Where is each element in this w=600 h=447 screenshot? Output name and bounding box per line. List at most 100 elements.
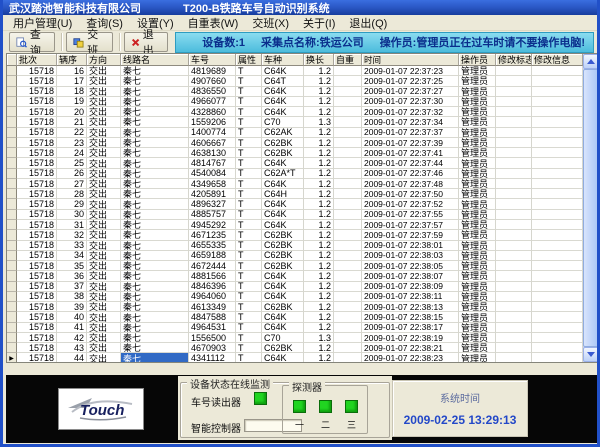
table-cell[interactable] xyxy=(532,230,583,240)
table-cell[interactable]: 15718 xyxy=(17,148,57,158)
table-cell[interactable] xyxy=(532,333,583,343)
table-cell[interactable]: 交出 xyxy=(87,343,121,353)
table-cell[interactable]: 2009-01-07 22:37:46 xyxy=(362,169,459,179)
table-cell[interactable] xyxy=(496,323,532,333)
table-cell[interactable]: C62BK xyxy=(262,148,304,158)
table-cell[interactable] xyxy=(334,292,362,302)
table-row[interactable]: 1571838交出秦七4964060TC64K1.22009-01-07 22:… xyxy=(7,292,583,302)
table-cell[interactable]: C62BK xyxy=(262,241,304,251)
table-cell[interactable]: 交出 xyxy=(87,66,121,76)
table-cell[interactable]: 2009-01-07 22:37:44 xyxy=(362,158,459,168)
table-cell[interactable]: 4655335 xyxy=(189,241,236,251)
table-cell[interactable]: 2009-01-07 22:37:55 xyxy=(362,210,459,220)
table-cell[interactable]: 秦七 xyxy=(121,292,189,302)
table-cell[interactable]: 15718 xyxy=(17,292,57,302)
table-cell[interactable]: 15718 xyxy=(17,87,57,97)
table-row[interactable]: 1571830交出秦七4885757TC64K1.22009-01-07 22:… xyxy=(7,210,583,220)
table-cell[interactable]: T xyxy=(236,199,262,209)
table-cell[interactable]: T xyxy=(236,76,262,86)
table-cell[interactable]: 2009-01-07 22:37:30 xyxy=(362,97,459,107)
table-cell[interactable]: 管理员 xyxy=(459,343,496,353)
table-cell[interactable]: 2009-01-07 22:37:25 xyxy=(362,76,459,86)
table-cell[interactable]: 交出 xyxy=(87,189,121,199)
table-cell[interactable]: 15718 xyxy=(17,158,57,168)
table-cell[interactable]: 交出 xyxy=(87,128,121,138)
table-cell[interactable] xyxy=(496,158,532,168)
table-cell[interactable]: 44 xyxy=(57,353,87,362)
table-cell[interactable]: 15718 xyxy=(17,271,57,281)
table-cell[interactable] xyxy=(334,271,362,281)
table-row[interactable]: 1571823交出秦七4606667TC62BK1.22009-01-07 22… xyxy=(7,138,583,148)
table-cell[interactable]: 秦七 xyxy=(121,230,189,240)
table-cell[interactable]: 2009-01-07 22:37:48 xyxy=(362,179,459,189)
table-cell[interactable]: T xyxy=(236,148,262,158)
table-cell[interactable]: 秦七 xyxy=(121,261,189,271)
table-cell[interactable]: 15718 xyxy=(17,199,57,209)
table-cell[interactable]: 4638130 xyxy=(189,148,236,158)
table-cell[interactable] xyxy=(532,323,583,333)
table-cell[interactable]: 1.2 xyxy=(304,148,334,158)
table-cell[interactable]: 24 xyxy=(57,148,87,158)
table-cell[interactable]: 1.2 xyxy=(304,220,334,230)
table-cell[interactable]: 15718 xyxy=(17,353,57,362)
table-cell[interactable]: 交出 xyxy=(87,97,121,107)
table-cell[interactable]: 40 xyxy=(57,312,87,322)
table-row[interactable]: 1571816交出秦七4819689TC64K1.22009-01-07 22:… xyxy=(7,66,583,76)
table-cell[interactable]: T xyxy=(236,282,262,292)
table-cell[interactable]: 15718 xyxy=(17,179,57,189)
table-cell[interactable]: 1.2 xyxy=(304,189,334,199)
table-cell[interactable]: 1.2 xyxy=(304,97,334,107)
table-cell[interactable]: 1.2 xyxy=(304,107,334,117)
table-cell[interactable] xyxy=(496,251,532,261)
table-cell[interactable]: 2009-01-07 22:38:07 xyxy=(362,271,459,281)
table-cell[interactable]: 2009-01-07 22:38:13 xyxy=(362,302,459,312)
table-cell[interactable]: T xyxy=(236,333,262,343)
table-cell[interactable]: T xyxy=(236,292,262,302)
table-cell[interactable]: 秦七 xyxy=(121,117,189,127)
table-cell[interactable]: 2009-01-07 22:37:23 xyxy=(362,66,459,76)
table-cell[interactable] xyxy=(334,323,362,333)
table-cell[interactable] xyxy=(532,282,583,292)
table-cell[interactable]: 秦七 xyxy=(121,241,189,251)
table-cell[interactable]: 21 xyxy=(57,117,87,127)
table-cell[interactable]: C64K xyxy=(262,87,304,97)
table-cell[interactable]: 1556500 xyxy=(189,333,236,343)
table-cell[interactable]: 管理员 xyxy=(459,333,496,343)
column-header[interactable]: 换长 xyxy=(304,54,334,66)
table-cell[interactable]: C64T xyxy=(262,76,304,86)
table-cell[interactable]: C62BK xyxy=(262,302,304,312)
table-cell[interactable]: 4606667 xyxy=(189,138,236,148)
table-cell[interactable] xyxy=(532,66,583,76)
table-cell[interactable]: 4659188 xyxy=(189,251,236,261)
table-cell[interactable]: 2009-01-07 22:37:27 xyxy=(362,87,459,97)
table-cell[interactable] xyxy=(496,87,532,97)
table-cell[interactable] xyxy=(532,292,583,302)
table-cell[interactable] xyxy=(334,128,362,138)
table-cell[interactable]: 1.2 xyxy=(304,271,334,281)
table-cell[interactable]: C62BK xyxy=(262,251,304,261)
table-cell[interactable]: 管理员 xyxy=(459,353,496,362)
table-cell[interactable]: T xyxy=(236,230,262,240)
table-cell[interactable]: 交出 xyxy=(87,158,121,168)
table-cell[interactable] xyxy=(532,251,583,261)
table-cell[interactable]: 秦七 xyxy=(121,76,189,86)
table-cell[interactable]: 交出 xyxy=(87,261,121,271)
table-cell[interactable]: C62BK xyxy=(262,138,304,148)
table-cell[interactable]: 4836550 xyxy=(189,87,236,97)
table-cell[interactable]: 4847588 xyxy=(189,312,236,322)
table-cell[interactable] xyxy=(496,66,532,76)
table-row[interactable]: 1571828交出秦七4205891TC64H1.22009-01-07 22:… xyxy=(7,189,583,199)
table-row[interactable]: 1571825交出秦七4814767TC64K1.22009-01-07 22:… xyxy=(7,158,583,168)
table-cell[interactable]: 2009-01-07 22:37:57 xyxy=(362,220,459,230)
table-cell[interactable]: 1.2 xyxy=(304,158,334,168)
table-cell[interactable]: C62BK xyxy=(262,261,304,271)
table-cell[interactable]: 1400774 xyxy=(189,128,236,138)
table-cell[interactable]: 管理员 xyxy=(459,241,496,251)
table-cell[interactable]: 秦七 xyxy=(121,169,189,179)
table-cell[interactable]: T xyxy=(236,271,262,281)
table-cell[interactable]: T xyxy=(236,189,262,199)
table-cell[interactable]: 管理员 xyxy=(459,312,496,322)
table-cell[interactable]: T xyxy=(236,210,262,220)
table-cell[interactable]: 2009-01-07 22:38:21 xyxy=(362,343,459,353)
table-cell[interactable]: 管理员 xyxy=(459,158,496,168)
